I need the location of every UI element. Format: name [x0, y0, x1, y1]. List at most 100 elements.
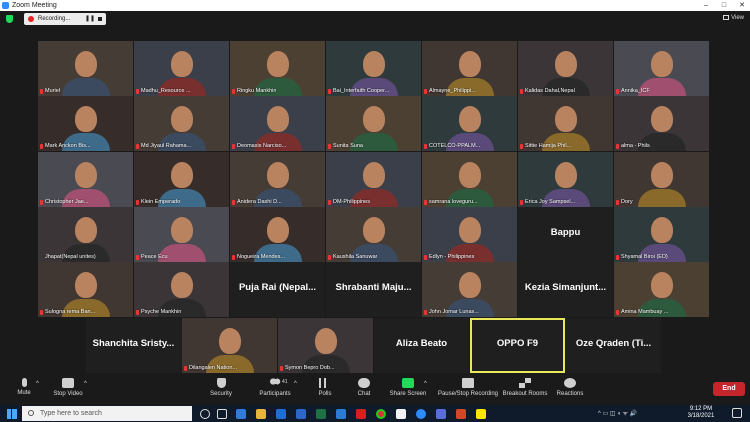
participant-name: Almayne_Philippi... — [429, 88, 476, 94]
participant-name: Madhu_Resource ... — [141, 88, 191, 94]
participant-tile[interactable]: Oze Qraden (Ti... — [566, 318, 661, 373]
security-button[interactable]: Security — [206, 378, 236, 397]
video-options-caret[interactable]: ^ — [84, 381, 87, 387]
participant-tile[interactable]: Aliza Beato — [374, 318, 469, 373]
participant-tile[interactable]: DM-Philippines — [326, 152, 421, 207]
mail-icon[interactable] — [336, 409, 346, 419]
participant-tile[interactable]: Shanchita Sristy... — [86, 318, 181, 373]
excel-icon[interactable] — [316, 409, 326, 419]
participant-tile[interactable]: Edlyn - Philippines — [422, 207, 517, 262]
muted-mic-icon — [280, 366, 283, 371]
participant-tile[interactable]: Mark Anckon Bis... — [38, 96, 133, 151]
participant-tile[interactable]: Kezia Simanjunt... — [518, 262, 613, 317]
window-title: Zoom Meeting — [12, 2, 57, 9]
chat-button[interactable]: Chat — [352, 378, 376, 397]
participant-video-face — [74, 216, 97, 243]
windows-start-icon[interactable] — [7, 409, 17, 419]
participant-name: Amina Mambuay ... — [621, 309, 669, 315]
participants-button[interactable]: Participants — [255, 378, 295, 397]
taskbar-clock[interactable]: 9:12 PM 3/18/2021 — [676, 406, 726, 420]
audio-options-caret[interactable]: ^ — [36, 381, 39, 387]
participant-tile[interactable]: Sunita Suna — [326, 96, 421, 151]
record-dot-icon — [28, 16, 34, 22]
end-meeting-button[interactable]: End — [713, 382, 745, 396]
participant-video-face — [650, 161, 673, 188]
participant-tile[interactable]: Ringku Mankhin — [230, 41, 325, 96]
participant-tile[interactable]: Dilangalen Nation... — [182, 318, 277, 373]
close-button[interactable]: ✕ — [736, 0, 748, 11]
participant-tile[interactable]: Peace Ecu — [134, 207, 229, 262]
participant-tile[interactable]: Sittie Hamija Phil... — [518, 96, 613, 151]
chat-label: Chat — [357, 391, 371, 397]
participant-tile[interactable]: Klein Emperado — [134, 152, 229, 207]
participant-tile[interactable]: Anidera Dashi D... — [230, 152, 325, 207]
cortana-icon[interactable] — [200, 409, 210, 419]
zoom-taskbar-icon[interactable] — [416, 409, 426, 419]
participant-tile[interactable]: Sulogna rema Ban... — [38, 262, 133, 317]
participant-name-display: Kezia Simanjunt... — [524, 282, 607, 293]
system-tray-icons[interactable]: ^ ▭ ◫ ◖ ᯤ 🔊 — [598, 409, 637, 417]
participant-tile[interactable]: Bai_Interfaith Cooper... — [326, 41, 421, 96]
chrome-icon[interactable] — [376, 409, 386, 419]
notepad-icon[interactable] — [396, 409, 406, 419]
participant-tile[interactable]: Muriel — [38, 41, 133, 96]
pause-recording-icon[interactable]: ❚❚ — [85, 13, 95, 25]
file-explorer-icon[interactable] — [256, 409, 266, 419]
taskbar-search-box[interactable]: Type here to search — [22, 406, 192, 421]
teams-icon[interactable] — [436, 409, 446, 419]
participant-tile[interactable]: Jhapat(Nepal unites) — [38, 207, 133, 262]
participant-tile[interactable]: Puja Rai (Nepal... — [230, 262, 325, 317]
edge-browser-icon[interactable] — [236, 409, 246, 419]
maximize-button[interactable]: □ — [718, 0, 730, 11]
participant-tile[interactable]: John Jomar Lunas... — [422, 262, 517, 317]
participant-tile[interactable]: Erica Joy Sampsel... — [518, 152, 613, 207]
participant-tile[interactable]: Kaushila Sanuwar — [326, 207, 421, 262]
minimize-button[interactable]: – — [700, 0, 712, 11]
encryption-shield-icon[interactable] — [6, 15, 13, 23]
participant-tile[interactable]: Shrabanti Maju... — [326, 262, 421, 317]
mcafee-icon[interactable] — [356, 409, 366, 419]
polls-button[interactable]: Polls — [313, 378, 337, 397]
participants-options-caret[interactable]: ^ — [294, 381, 297, 387]
word-icon[interactable] — [296, 409, 306, 419]
sticky-notes-icon[interactable] — [476, 409, 486, 419]
participant-tile[interactable]: OPPO F9 — [470, 318, 565, 373]
share-options-caret[interactable]: ^ — [424, 381, 427, 387]
stop-video-button[interactable]: Stop Video — [50, 378, 86, 397]
participant-tile[interactable]: Nogueira Mendes... — [230, 207, 325, 262]
video-camera-icon — [62, 378, 74, 388]
powerpoint-icon[interactable] — [456, 409, 466, 419]
participant-tile[interactable]: Shyamal Biroi (ED) — [614, 207, 709, 262]
participant-tile[interactable]: Madhu_Resource ... — [134, 41, 229, 96]
participant-tile[interactable]: samrana loveguru... — [422, 152, 517, 207]
participant-tile[interactable]: COTELCO-PPALM... — [422, 96, 517, 151]
participant-tile[interactable]: Almayne_Philippi... — [422, 41, 517, 96]
outlook-icon[interactable] — [276, 409, 286, 419]
participant-tile[interactable]: Deomasis Narciso... — [230, 96, 325, 151]
participant-tile[interactable]: Annika_ICF — [614, 41, 709, 96]
participant-name: Nogueira Mendes... — [237, 254, 285, 260]
pause-stop-recording-button[interactable]: Pause/Stop Recording — [436, 378, 500, 397]
participant-tile[interactable]: Christopher Jae... — [38, 152, 133, 207]
participant-name: Sulogna rema Ban... — [45, 309, 96, 315]
participant-tile[interactable]: alma - Phils — [614, 96, 709, 151]
breakout-rooms-button[interactable]: Breakout Rooms — [502, 378, 548, 397]
share-screen-button[interactable]: Share Screen — [388, 378, 428, 397]
muted-mic-icon — [184, 366, 187, 371]
reactions-button[interactable]: Reactions — [555, 378, 585, 397]
participant-tile[interactable]: Dory — [614, 152, 709, 207]
participant-tile[interactable]: Psyche Mankhin — [134, 262, 229, 317]
participant-tile[interactable]: Bappu — [518, 207, 613, 262]
chat-bubble-icon — [358, 378, 370, 388]
muted-mic-icon — [328, 255, 331, 260]
participant-tile[interactable]: Md Jiyaul Rahama... — [134, 96, 229, 151]
stop-recording-icon[interactable] — [98, 17, 102, 21]
participant-tile[interactable]: Symon Bepro Dob... — [278, 318, 373, 373]
mute-button[interactable]: Mute — [12, 378, 36, 396]
notifications-icon[interactable] — [732, 408, 742, 418]
view-button[interactable]: View — [723, 14, 744, 23]
muted-mic-icon — [520, 89, 523, 94]
participant-tile[interactable]: Amina Mambuay ... — [614, 262, 709, 317]
task-view-icon[interactable] — [217, 409, 227, 419]
participant-tile[interactable]: Kalidas Dahal,Nepal — [518, 41, 613, 96]
